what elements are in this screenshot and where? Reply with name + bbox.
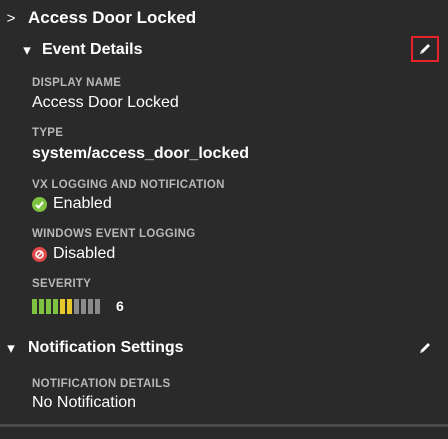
notification-details-label: NOTIFICATION DETAILS bbox=[32, 378, 171, 390]
event-details-title: Event Details bbox=[42, 41, 143, 58]
notification-settings-section-toggle[interactable]: ▾ Notification Settings bbox=[4, 336, 448, 360]
type-value: system/access_door_locked bbox=[32, 145, 250, 162]
chevron-down-icon[interactable]: ▾ bbox=[20, 41, 34, 59]
vx-logging-label: VX LOGGING AND NOTIFICATION bbox=[32, 179, 225, 191]
display-name-value: Access Door Locked bbox=[32, 94, 179, 111]
severity-segments bbox=[32, 298, 102, 314]
severity-label: SEVERITY bbox=[32, 278, 92, 290]
chevron-down-icon[interactable]: ▾ bbox=[4, 339, 18, 357]
divider bbox=[0, 424, 448, 427]
type-label: TYPE bbox=[32, 127, 64, 139]
severity-segment bbox=[60, 298, 65, 314]
edit-event-details-button[interactable] bbox=[411, 36, 439, 62]
edit-notification-settings-button[interactable] bbox=[414, 337, 436, 359]
windows-logging-status: Disabled bbox=[32, 245, 115, 263]
severity-value: 6 bbox=[116, 298, 124, 314]
check-circle-icon bbox=[32, 196, 47, 212]
severity-segment bbox=[81, 298, 86, 314]
severity-segment bbox=[53, 298, 58, 314]
event-title: Access Door Locked bbox=[28, 8, 197, 27]
event-details-section-toggle[interactable]: ▾ Event Details bbox=[20, 38, 448, 62]
severity-segment bbox=[88, 298, 93, 314]
notification-settings-title: Notification Settings bbox=[28, 339, 184, 356]
windows-logging-label: WINDOWS EVENT LOGGING bbox=[32, 228, 196, 240]
severity-segment bbox=[67, 298, 72, 314]
severity-segment bbox=[74, 298, 79, 314]
no-entry-icon bbox=[32, 246, 47, 262]
vx-logging-value: Enabled bbox=[53, 195, 112, 212]
severity-segment bbox=[95, 298, 100, 314]
windows-logging-value: Disabled bbox=[53, 245, 116, 262]
severity-meter: 6 bbox=[32, 298, 124, 314]
severity-segment bbox=[46, 298, 51, 314]
pencil-icon bbox=[420, 44, 430, 54]
severity-segment bbox=[32, 298, 37, 314]
vx-logging-status: Enabled bbox=[32, 195, 112, 213]
event-header[interactable]: > Access Door Locked bbox=[4, 6, 448, 30]
pencil-icon bbox=[420, 343, 430, 353]
display-name-label: DISPLAY NAME bbox=[32, 77, 122, 89]
severity-segment bbox=[39, 298, 44, 314]
chevron-right-icon[interactable]: > bbox=[4, 10, 18, 27]
notification-details-value: No Notification bbox=[32, 394, 137, 411]
